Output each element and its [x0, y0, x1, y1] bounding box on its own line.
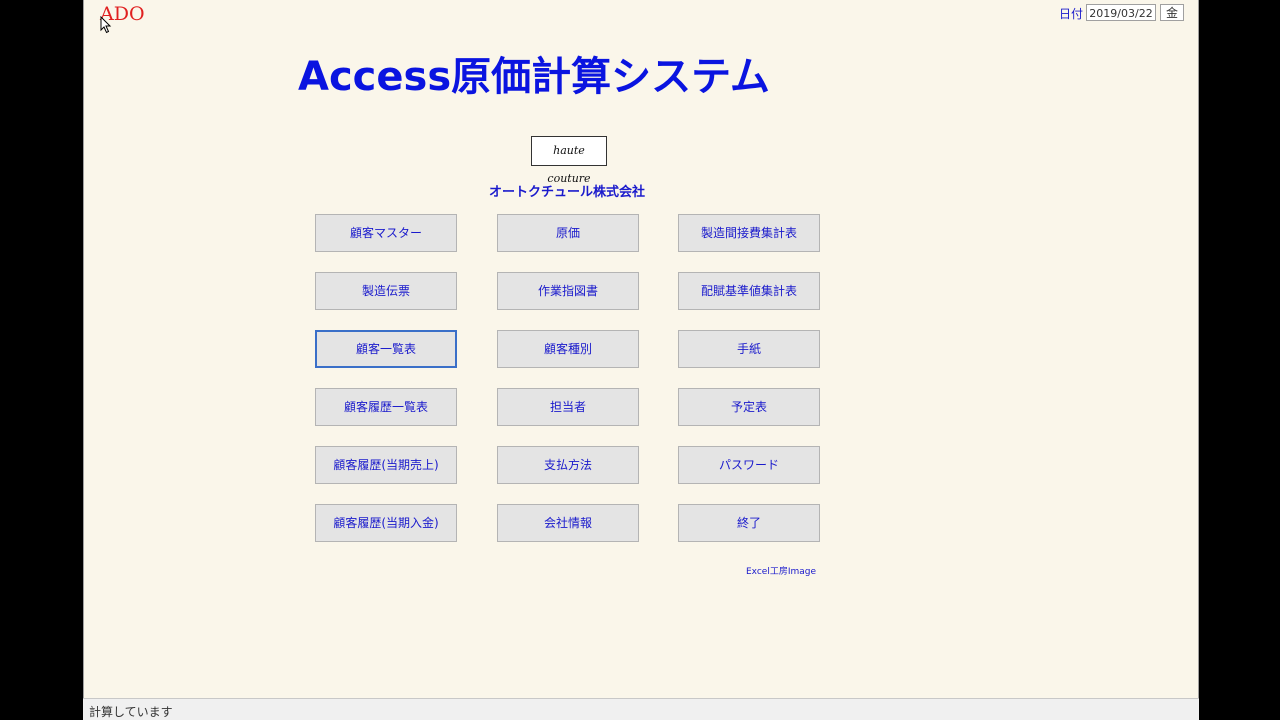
main-form: ADO 日付 2019/03/22 金 Access原価計算システム haute… — [83, 0, 1199, 698]
letter-button[interactable]: 手紙 — [678, 330, 820, 368]
customer-type-button[interactable]: 顧客種別 — [497, 330, 639, 368]
customer-master-button[interactable]: 顧客マスター — [315, 214, 457, 252]
password-button[interactable]: パスワード — [678, 446, 820, 484]
status-text: 計算しています — [89, 705, 173, 719]
payment-method-button[interactable]: 支払方法 — [497, 446, 639, 484]
production-slip-button[interactable]: 製造伝票 — [315, 272, 457, 310]
work-order-button[interactable]: 作業指図書 — [497, 272, 639, 310]
customer-history-list-button[interactable]: 顧客履歴一覧表 — [315, 388, 457, 426]
company-info-button[interactable]: 会社情報 — [497, 504, 639, 542]
company-name: オートクチュール株式会社 — [488, 185, 645, 200]
allocation-basis-summary-button[interactable]: 配賦基準値集計表 — [678, 272, 820, 310]
customer-list-button[interactable]: 顧客一覧表 — [315, 330, 457, 368]
credit-text: Excel工房Image — [746, 567, 817, 577]
overhead-summary-button[interactable]: 製造間接費集計表 — [678, 214, 820, 252]
status-bar: 計算しています — [83, 698, 1199, 720]
staff-button[interactable]: 担当者 — [497, 388, 639, 426]
date-field[interactable]: 2019/03/22 — [1086, 4, 1156, 21]
exit-button[interactable]: 終了 — [678, 504, 820, 542]
cost-button[interactable]: 原価 — [497, 214, 639, 252]
company-logo: haute couture — [531, 136, 607, 185]
mouse-pointer-icon — [100, 16, 112, 34]
customer-history-receipts-button[interactable]: 顧客履歴(当期入金) — [315, 504, 457, 542]
date-label: 日付 — [1059, 7, 1084, 21]
weekday-field[interactable]: 金 — [1160, 4, 1184, 21]
customer-history-sales-button[interactable]: 顧客履歴(当期売上) — [315, 446, 457, 484]
page-title: Access原価計算システム — [298, 54, 770, 100]
schedule-button[interactable]: 予定表 — [678, 388, 820, 426]
